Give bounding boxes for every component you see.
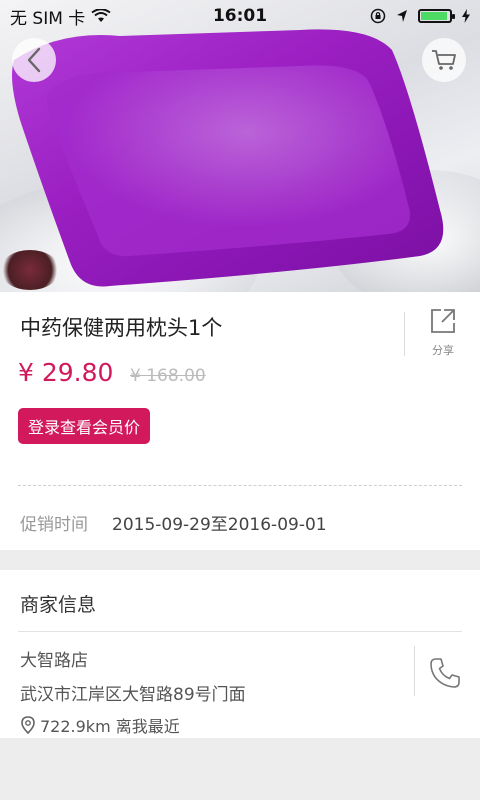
product-title: 中药保健两用枕头1个 xyxy=(20,316,223,340)
product-info-card: 中药保健两用枕头1个 分享 ¥ 29.80 ¥ 168.00 登录查看会员价 促… xyxy=(0,292,480,550)
merchant-divider xyxy=(18,631,462,632)
carrier-label: 无 SIM 卡 xyxy=(10,8,86,29)
login-member-price-button[interactable]: 登录查看会员价 xyxy=(18,408,151,444)
location-pin-icon xyxy=(21,716,35,734)
merchant-info-card: 商家信息 大智路店 武汉市江岸区大智路89号门面 722.9km 离我最近 xyxy=(0,570,480,738)
original-price: ¥ 168.00 xyxy=(130,366,206,386)
cart-button[interactable] xyxy=(422,38,466,82)
promo-time-value: 2015-09-29至2016-09-01 xyxy=(112,515,327,535)
charging-icon xyxy=(462,9,470,23)
back-button[interactable] xyxy=(12,38,56,82)
share-icon xyxy=(431,309,455,333)
distance-text: 722.9km 离我最近 xyxy=(40,717,180,736)
share-label: 分享 xyxy=(432,344,454,357)
store-name[interactable]: 大智路店 xyxy=(20,646,88,671)
store-distance: 722.9km 离我最近 xyxy=(20,713,180,737)
product-image xyxy=(0,0,480,292)
back-arrow-icon xyxy=(27,47,41,73)
title-divider xyxy=(404,312,405,356)
cart-icon xyxy=(432,50,456,70)
location-arrow-icon xyxy=(397,10,407,22)
battery-icon xyxy=(418,9,455,23)
pillow-picture xyxy=(12,29,444,287)
merchant-section-title: 商家信息 xyxy=(20,594,97,616)
store-address: 武汉市江岸区大智路89号门面 xyxy=(20,685,246,705)
phone-divider xyxy=(414,646,415,696)
wifi-icon xyxy=(91,9,111,22)
promo-time-label: 促销时间 xyxy=(20,515,88,535)
call-store-button[interactable] xyxy=(428,656,464,692)
current-price: ¥ 29.80 xyxy=(18,358,114,387)
share-button[interactable]: 分享 xyxy=(420,308,466,358)
status-bar: 无 SIM 卡 16:01 xyxy=(0,0,480,32)
lock-rotation-icon xyxy=(370,8,386,24)
dashed-divider xyxy=(18,485,462,486)
phone-icon xyxy=(430,658,460,688)
